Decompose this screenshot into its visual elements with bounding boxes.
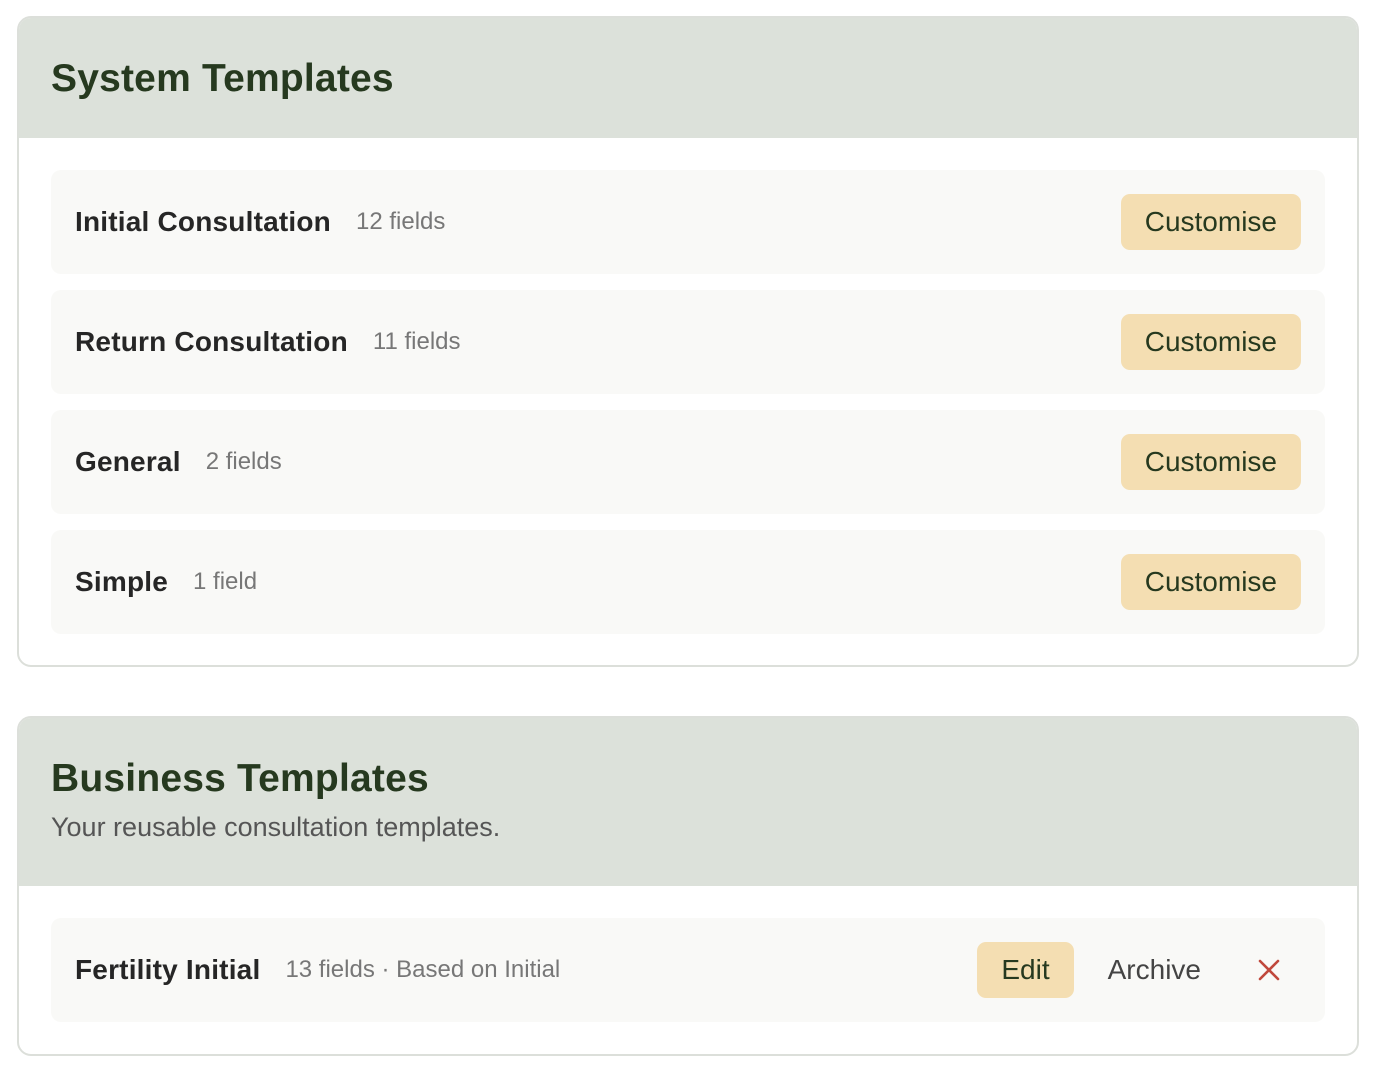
template-name: General — [75, 446, 181, 477]
archive-button[interactable]: Archive — [1100, 942, 1209, 998]
business-templates-list: Fertility Initial 13 fields · Based on I… — [19, 886, 1357, 1022]
business-templates-card: Business Templates Your reusable consult… — [17, 716, 1359, 1056]
template-row-return-consultation: Return Consultation 11 fields Customise — [51, 290, 1325, 394]
customise-button[interactable]: Customise — [1120, 194, 1301, 250]
customise-button[interactable]: Customise — [1120, 554, 1301, 610]
system-templates-title: System Templates — [51, 57, 394, 100]
template-name: Initial Consultation — [75, 206, 331, 237]
business-templates-subtitle: Your reusable consultation templates. — [51, 812, 501, 842]
edit-button[interactable]: Edit — [977, 942, 1074, 998]
template-row-simple: Simple 1 field Customise — [51, 530, 1325, 634]
delete-button[interactable] — [1249, 950, 1289, 990]
template-field-count: 11 fields — [372, 328, 461, 355]
close-icon — [1258, 959, 1280, 981]
template-field-count: 13 fields · Based on Initial — [285, 956, 561, 983]
customise-button[interactable]: Customise — [1120, 434, 1301, 490]
customise-button[interactable]: Customise — [1120, 314, 1301, 370]
system-templates-header: System Templates — [19, 18, 1357, 138]
system-templates-list: Initial Consultation 12 fields Customise… — [19, 138, 1357, 634]
template-row-fertility-initial: Fertility Initial 13 fields · Based on I… — [51, 918, 1325, 1022]
template-field-count: 12 fields — [356, 208, 446, 235]
business-templates-header: Business Templates Your reusable consult… — [19, 718, 1357, 886]
template-row-initial-consultation: Initial Consultation 12 fields Customise — [51, 170, 1325, 274]
business-templates-title: Business Templates — [51, 757, 429, 800]
template-field-count: 1 field — [193, 568, 258, 595]
template-field-count: 2 fields — [205, 448, 282, 475]
system-templates-card: System Templates Initial Consultation 12… — [17, 16, 1359, 667]
template-name: Fertility Initial — [75, 954, 261, 985]
template-name: Simple — [75, 566, 169, 597]
template-row-general: General 2 fields Customise — [51, 410, 1325, 514]
template-name: Return Consultation — [75, 326, 348, 357]
